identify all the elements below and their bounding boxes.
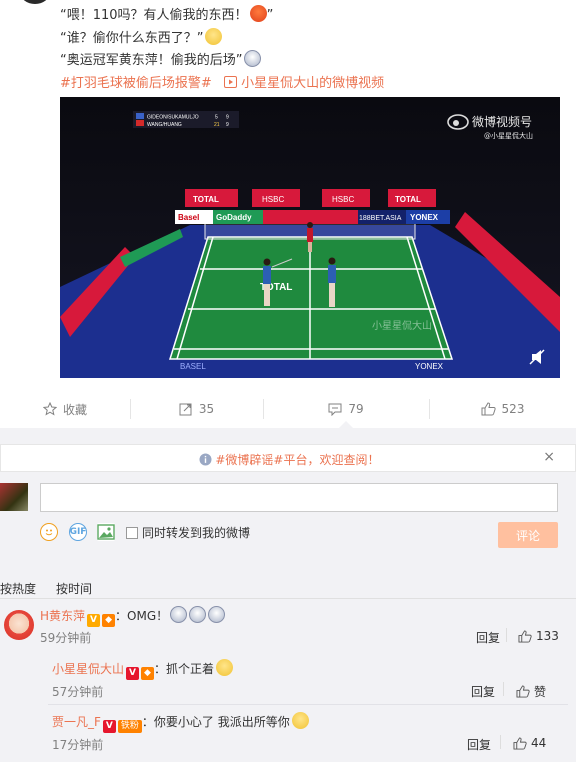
- svg-text:GoDaddy: GoDaddy: [216, 213, 252, 222]
- like-button[interactable]: 523: [429, 393, 576, 425]
- favorite-button[interactable]: 收藏: [0, 393, 130, 425]
- video-link[interactable]: 小星星侃大山的微博视频: [223, 76, 384, 91]
- sort-divider: [0, 598, 576, 599]
- svg-text:WANG/HUANG: WANG/HUANG: [147, 122, 182, 128]
- sub-comment-text: 贾一凡_F V 铁粉 ：你要小心了 我派出所等你: [52, 712, 309, 733]
- video-play-icon: [223, 76, 237, 88]
- svg-text:HSBC: HSBC: [332, 195, 354, 204]
- commenter-avatar[interactable]: [4, 610, 34, 640]
- svg-text:21: 21: [214, 122, 220, 128]
- svg-text:TOTAL: TOTAL: [395, 195, 421, 204]
- hashtag-link[interactable]: #打羽毛球被偷后场报警#: [60, 76, 212, 91]
- svg-text:Basel: Basel: [178, 213, 199, 222]
- sub-comment-time: 57分钟前: [52, 685, 104, 699]
- comment-pointer: [339, 421, 353, 428]
- cat-emoji-icon: [291, 712, 309, 729]
- thumbs-up-icon: [518, 629, 532, 643]
- rumor-notice-link[interactable]: #微博辟谣#平台，欢迎查阅！: [215, 453, 379, 467]
- reply-button[interactable]: 回复: [476, 629, 500, 646]
- svg-text:GIDEON/SUKAMULJO: GIDEON/SUKAMULJO: [147, 115, 199, 121]
- post-text-line-1: “喂！110吗？有人偷我的东西！”: [60, 4, 273, 23]
- svg-text:YONEX: YONEX: [410, 213, 439, 222]
- svg-text:微博视频号: 微博视频号: [472, 114, 532, 129]
- repost-checkbox-row[interactable]: 同时转发到我的微博: [126, 524, 250, 541]
- shocked-emoji-icon: [189, 606, 207, 623]
- rumor-notice-bar: #微博辟谣#平台，欢迎查阅！ ×: [0, 444, 576, 472]
- verified-badge-icon: V: [87, 614, 101, 627]
- sub-commenter-name[interactable]: 贾一凡_F: [52, 715, 101, 729]
- comment-icon: [328, 403, 342, 416]
- image-upload-icon[interactable]: [97, 523, 115, 541]
- verified-badge-icon: V: [126, 667, 140, 680]
- emoji-picker-icon[interactable]: [40, 523, 58, 541]
- close-icon[interactable]: ×: [543, 449, 555, 465]
- thumbs-up-icon: [481, 402, 496, 416]
- fan-badge: 铁粉: [117, 720, 142, 733]
- svg-text:小星星侃大山: 小星星侃大山: [372, 319, 432, 332]
- svg-text:188BET.ASIA: 188BET.ASIA: [359, 215, 402, 222]
- thumbs-up-icon: [513, 736, 527, 750]
- post-actions-bar: 收藏 35 79 523: [0, 393, 576, 425]
- sub-comment-text: 小星星侃大山 V ◆ ：抓个正着: [52, 659, 234, 680]
- cat-emoji-icon: [216, 659, 234, 676]
- comment-time: 59分钟前: [40, 631, 92, 645]
- sub-comment-like-button[interactable]: 44: [513, 736, 546, 750]
- info-icon: [199, 453, 212, 466]
- badminton-video-frame: TOTAL TOTAL HSBC HSBC TOTAL Basel GoDadd…: [60, 97, 560, 378]
- sort-by-hot-tab[interactable]: 按热度: [0, 580, 36, 597]
- verified-badge-icon: V: [102, 720, 116, 733]
- reply-button[interactable]: 回复: [471, 683, 495, 700]
- svg-text:5: 5: [215, 115, 218, 121]
- commenter-name[interactable]: H黄东萍: [40, 609, 85, 623]
- sub-commenter-name[interactable]: 小星星侃大山: [52, 662, 124, 676]
- repost-button[interactable]: 35: [130, 393, 263, 425]
- svg-text:TOTAL: TOTAL: [193, 195, 219, 204]
- repost-icon: [179, 403, 192, 416]
- comment-text: H黄东萍 V ◆ ：OMG！: [40, 606, 226, 627]
- awkward-emoji-icon: [205, 28, 223, 45]
- shocked-emoji-icon: [244, 50, 262, 67]
- current-user-avatar[interactable]: [0, 483, 28, 511]
- post-text-line-3: “奥运冠军黄东萍！偷我的后场”: [60, 49, 262, 68]
- poster-avatar[interactable]: [20, 0, 50, 4]
- svg-text:YONEX: YONEX: [415, 362, 444, 371]
- shocked-emoji-icon: [208, 606, 226, 623]
- sub-comment-time: 17分钟前: [52, 738, 104, 752]
- member-badge-icon: ◆: [141, 667, 155, 680]
- star-icon: [42, 402, 57, 416]
- svg-text:BASEL: BASEL: [180, 362, 206, 371]
- reply-button[interactable]: 回复: [467, 736, 491, 753]
- repost-checkbox[interactable]: [126, 526, 138, 539]
- angry-emoji-icon: [249, 5, 267, 22]
- svg-text:HSBC: HSBC: [262, 195, 284, 204]
- svg-text:9: 9: [226, 115, 229, 121]
- comment-input[interactable]: [40, 483, 558, 512]
- video-player[interactable]: TOTAL TOTAL HSBC HSBC TOTAL Basel GoDadd…: [60, 97, 560, 378]
- post-text-line-2: “谁？偷你什么东西了？”: [60, 27, 223, 46]
- sort-by-time-tab[interactable]: 按时间: [56, 580, 92, 597]
- submit-comment-button[interactable]: 评论: [498, 522, 558, 548]
- gif-icon[interactable]: GIF: [69, 523, 87, 541]
- sub-comment-divider: [48, 704, 568, 705]
- post-links: #打羽毛球被偷后场报警# 小星星侃大山的微博视频: [60, 72, 384, 91]
- shocked-emoji-icon: [170, 606, 188, 623]
- svg-text:@小星星侃大山: @小星星侃大山: [484, 131, 533, 140]
- comment-like-button[interactable]: 133: [518, 629, 559, 643]
- svg-text:9: 9: [226, 122, 229, 128]
- thumbs-up-icon: [516, 685, 530, 698]
- member-badge-icon: ◆: [102, 614, 116, 627]
- sub-comment-like-button[interactable]: 赞: [516, 683, 546, 700]
